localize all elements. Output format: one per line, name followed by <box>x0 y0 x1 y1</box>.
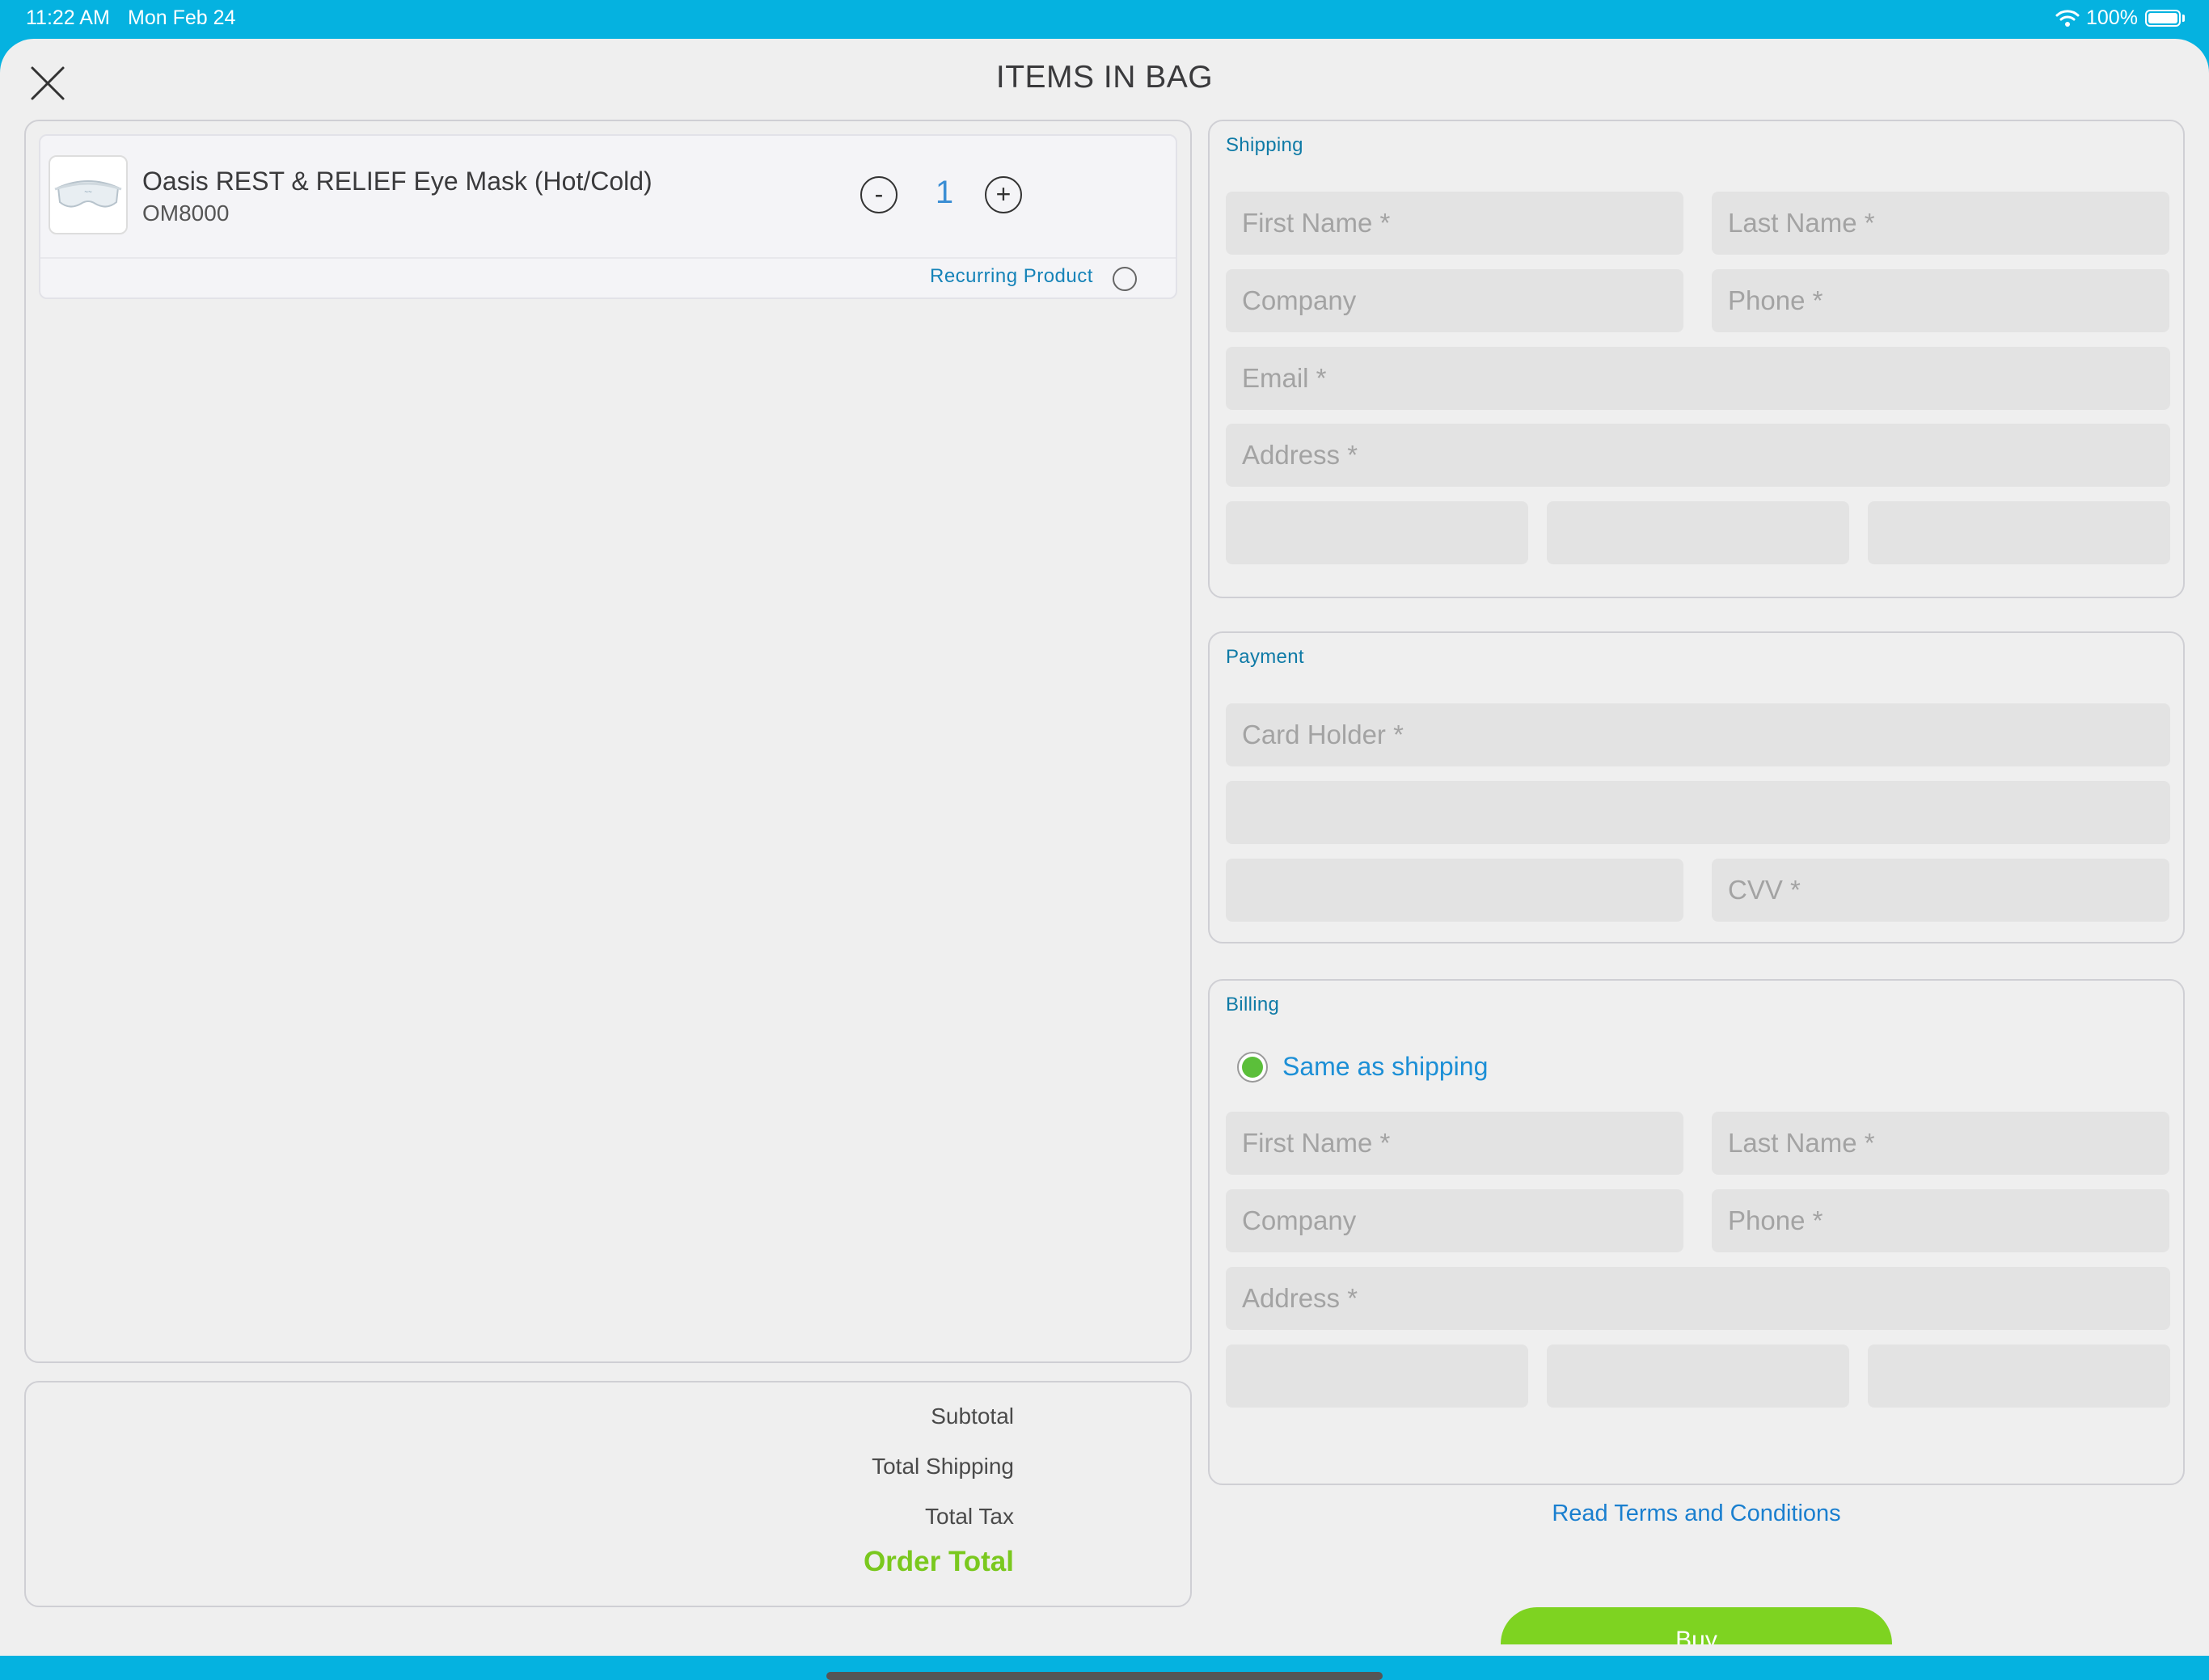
card-expiry-field[interactable] <box>1226 859 1683 922</box>
billing-last-name-field[interactable]: Last Name * <box>1712 1112 2169 1175</box>
buy-button-clip: Buy <box>1501 1607 1892 1644</box>
wifi-icon <box>2055 10 2080 27</box>
billing-section: Billing Same as shipping First Name * La… <box>1208 979 2185 1485</box>
billing-first-name-field[interactable]: First Name * <box>1226 1112 1683 1175</box>
shipping-company-field[interactable]: Company <box>1226 269 1683 332</box>
checkout-sheet: ITEMS IN BAG ~~ Oasis REST & RELIEF Eye … <box>0 39 2209 1680</box>
svg-text:~~: ~~ <box>84 188 92 196</box>
product-image: ~~ <box>49 155 128 234</box>
shipping-section: Shipping First Name * Last Name * Compan… <box>1208 120 2185 598</box>
buy-button[interactable]: Buy <box>1501 1607 1892 1644</box>
product-name: Oasis REST & RELIEF Eye Mask (Hot/Cold) <box>142 167 653 196</box>
total-shipping-label: Total Shipping <box>872 1454 1014 1479</box>
status-date: Mon Feb 24 <box>128 6 236 29</box>
billing-company-field[interactable]: Company <box>1226 1189 1683 1252</box>
billing-title: Billing <box>1226 994 1280 1015</box>
home-indicator[interactable] <box>826 1672 1383 1680</box>
product-sku: OM8000 <box>142 201 230 226</box>
eye-mask-icon: ~~ <box>54 180 122 208</box>
recurring-product-radio[interactable] <box>1113 267 1137 291</box>
card-holder-field[interactable]: Card Holder * <box>1226 703 2170 766</box>
shipping-phone-field[interactable]: Phone * <box>1712 269 2169 332</box>
subtotal-label: Subtotal <box>931 1404 1014 1429</box>
shipping-email-field[interactable]: Email * <box>1226 347 2170 410</box>
cvv-field[interactable]: CVV * <box>1712 859 2169 922</box>
terms-and-conditions-link[interactable]: Read Terms and Conditions <box>1208 1501 2185 1527</box>
quantity-value: 1 <box>935 175 954 210</box>
billing-zip-field[interactable] <box>1868 1344 2170 1408</box>
billing-address-field[interactable]: Address * <box>1226 1267 2170 1330</box>
bag-item: ~~ Oasis REST & RELIEF Eye Mask (Hot/Col… <box>39 134 1177 299</box>
shipping-title: Shipping <box>1226 134 1303 156</box>
billing-state-field[interactable] <box>1547 1344 1849 1408</box>
increment-quantity-button[interactable]: + <box>985 176 1022 213</box>
payment-section: Payment Card Holder * CVV * <box>1208 631 2185 943</box>
bag-items-panel: ~~ Oasis REST & RELIEF Eye Mask (Hot/Col… <box>24 120 1192 1363</box>
order-total-label: Order Total <box>863 1546 1014 1577</box>
card-number-field[interactable] <box>1226 781 2170 844</box>
page-title: ITEMS IN BAG <box>995 60 1214 95</box>
decrement-quantity-button[interactable]: - <box>860 176 898 213</box>
total-tax-label: Total Tax <box>925 1504 1014 1529</box>
shipping-first-name-field[interactable]: First Name * <box>1226 192 1683 255</box>
battery-tip <box>2182 15 2185 22</box>
shipping-address-field[interactable]: Address * <box>1226 424 2170 487</box>
item-divider <box>40 257 1176 259</box>
billing-city-field[interactable] <box>1226 1344 1528 1408</box>
status-bar: 11:22 AM Mon Feb 24 100% <box>0 0 2209 39</box>
battery-icon <box>2145 10 2181 27</box>
order-totals-panel: Subtotal Total Shipping Total Tax Order … <box>24 1381 1192 1607</box>
shipping-state-field[interactable] <box>1547 501 1849 564</box>
status-time: 11:22 AM <box>26 6 110 29</box>
shipping-last-name-field[interactable]: Last Name * <box>1712 192 2169 255</box>
payment-title: Payment <box>1226 646 1304 668</box>
billing-phone-field[interactable]: Phone * <box>1712 1189 2169 1252</box>
shipping-city-field[interactable] <box>1226 501 1528 564</box>
battery-percent: 100% <box>2086 6 2138 29</box>
same-as-shipping-radio[interactable] <box>1237 1052 1268 1083</box>
same-as-shipping-label[interactable]: Same as shipping <box>1282 1052 1488 1082</box>
recurring-product-label[interactable]: Recurring Product <box>930 265 1093 288</box>
shipping-zip-field[interactable] <box>1868 501 2170 564</box>
